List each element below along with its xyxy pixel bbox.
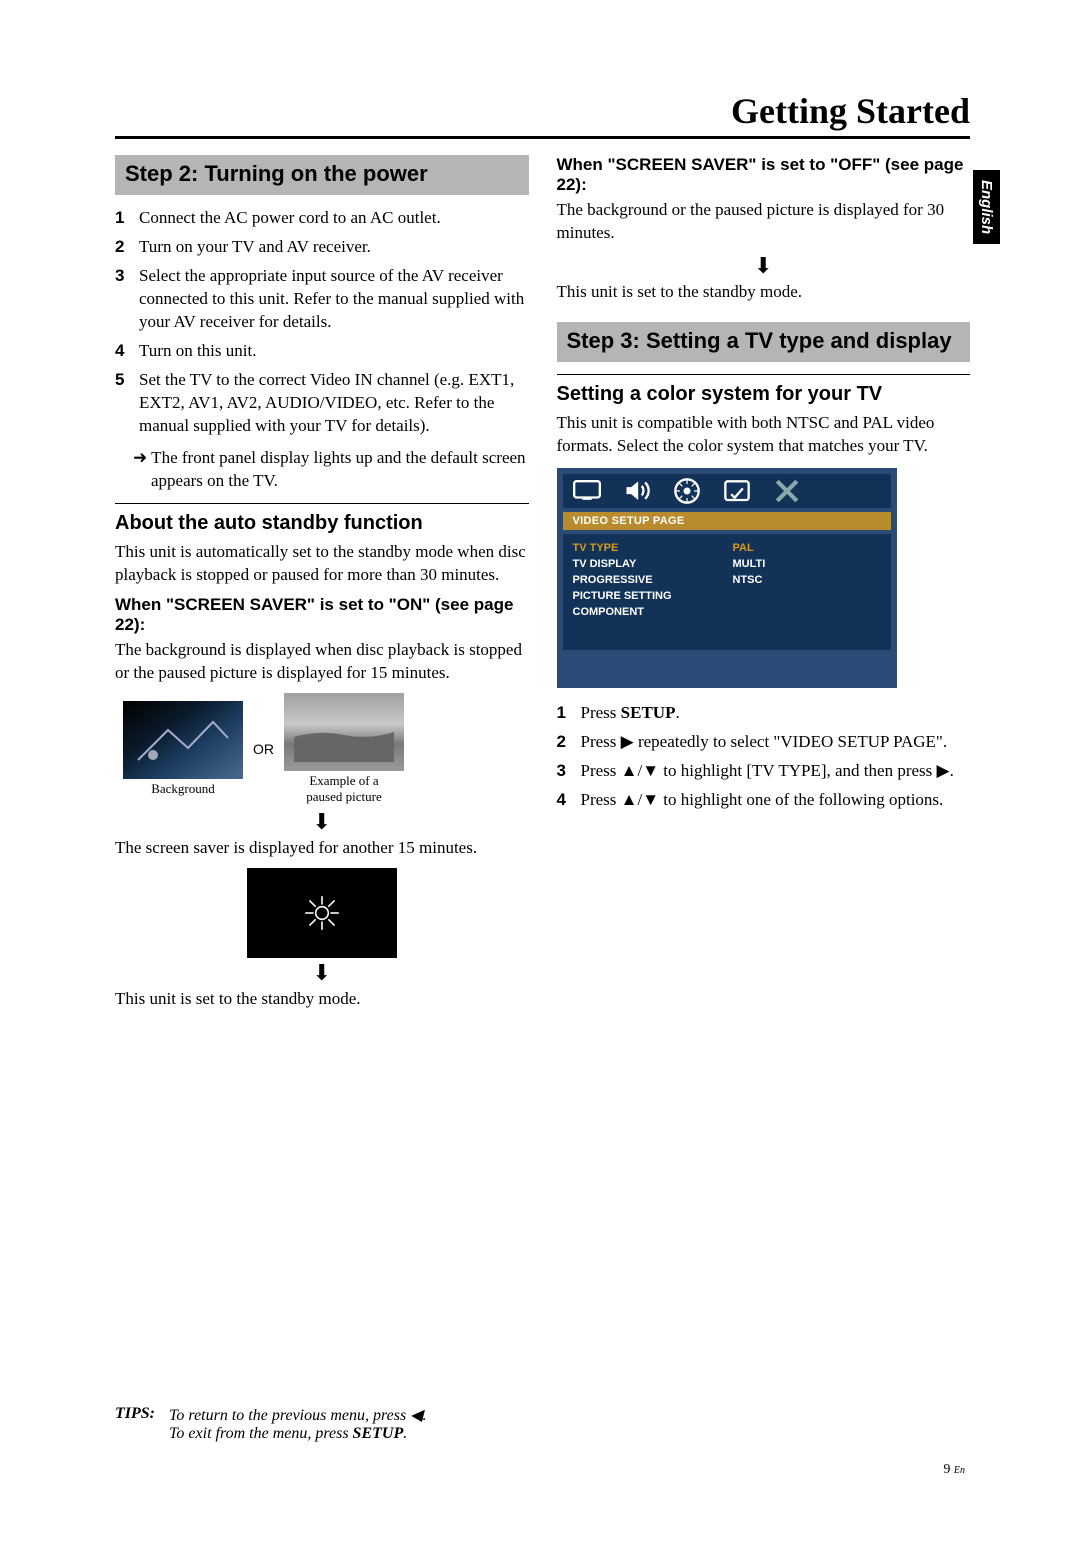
- tips-footer: TIPS: To return to the previous menu, pr…: [115, 1405, 426, 1443]
- down-arrow-icon: ⬇: [115, 960, 529, 986]
- screensaver-15min-para: The screen saver is displayed for anothe…: [115, 837, 529, 860]
- list-text: Connect the AC power cord to an AC outle…: [139, 207, 441, 230]
- screensaver-thumbnail: [247, 868, 397, 958]
- general-icon: [573, 480, 601, 502]
- background-thumbnail: [123, 701, 243, 779]
- background-label: Background: [123, 781, 243, 797]
- step2-heading: Step 2: Turning on the power: [115, 155, 529, 195]
- down-arrow-icon: ⬇: [557, 253, 971, 279]
- divider: [557, 374, 971, 375]
- page-title: Getting Started: [115, 90, 970, 139]
- list-item: 4Press ▲/▼ to highlight one of the follo…: [557, 789, 971, 812]
- osd-row: COMPONENT: [573, 604, 881, 620]
- list-item: 2Press ▶ repeatedly to select "VIDEO SET…: [557, 731, 971, 754]
- paused-thumbnail: [284, 693, 404, 771]
- list-item: 1Connect the AC power cord to an AC outl…: [115, 207, 529, 230]
- standby-para-right: This unit is set to the standby mode.: [557, 281, 971, 304]
- language-tab: English: [973, 170, 1000, 244]
- list-text: Set the TV to the correct Video IN chann…: [139, 369, 529, 438]
- osd-page-title: VIDEO SETUP PAGE: [563, 512, 891, 530]
- down-arrow-icon: ⬇: [115, 809, 529, 835]
- or-label: OR: [253, 741, 274, 757]
- example-images-row: Background OR Example of a paused pictur…: [123, 693, 529, 805]
- video-icon: [673, 480, 701, 502]
- step3-list: 1Press SETUP. 2Press ▶ repeatedly to sel…: [557, 702, 971, 812]
- list-text: Press ▲/▼ to highlight one of the follow…: [581, 789, 944, 812]
- tips-body: To return to the previous menu, press ◀.…: [169, 1405, 426, 1443]
- screensaver-off-heading: When "SCREEN SAVER" is set to "OFF" (see…: [557, 155, 971, 195]
- osd-row: PROGRESSIVENTSC: [573, 572, 881, 588]
- divider: [115, 503, 529, 504]
- list-text: Turn on this unit.: [139, 340, 256, 363]
- list-text: Press SETUP.: [581, 702, 680, 725]
- list-item: 4Turn on this unit.: [115, 340, 529, 363]
- left-column: Step 2: Turning on the power 1Connect th…: [115, 155, 529, 1019]
- osd-tab-bar: [563, 474, 891, 508]
- preference-icon: [723, 480, 751, 502]
- step3-heading: Step 3: Setting a TV type and display: [557, 322, 971, 362]
- page-number: 9 En: [943, 1462, 965, 1478]
- standby-para-left: This unit is set to the standby mode.: [115, 988, 529, 1011]
- osd-row: TV DISPLAYMULTI: [573, 556, 881, 572]
- osd-row: PICTURE SETTING: [573, 588, 881, 604]
- osd-menu-screenshot: VIDEO SETUP PAGE TV TYPEPAL TV DISPLAYMU…: [557, 468, 897, 688]
- right-column: When "SCREEN SAVER" is set to "OFF" (see…: [557, 155, 971, 1019]
- osd-row: TV TYPEPAL: [573, 540, 881, 556]
- paused-label: Example of a paused picture: [284, 773, 404, 805]
- osd-body: TV TYPEPAL TV DISPLAYMULTI PROGRESSIVENT…: [563, 534, 891, 650]
- screensaver-off-para: The background or the paused picture is …: [557, 199, 971, 245]
- audio-icon: [623, 480, 651, 502]
- screensaver-on-heading: When "SCREEN SAVER" is set to "ON" (see …: [115, 595, 529, 635]
- list-item: 1Press SETUP.: [557, 702, 971, 725]
- color-system-para: This unit is compatible with both NTSC a…: [557, 412, 971, 458]
- result-note: ➜ The front panel display lights up and …: [115, 447, 529, 493]
- list-text: Press ▶ repeatedly to select "VIDEO SETU…: [581, 731, 948, 754]
- close-icon: [773, 480, 801, 502]
- step2-list: 1Connect the AC power cord to an AC outl…: [115, 207, 529, 437]
- content-columns: Step 2: Turning on the power 1Connect th…: [115, 155, 970, 1019]
- list-item: 3Select the appropriate input source of …: [115, 265, 529, 334]
- list-item: 2Turn on your TV and AV receiver.: [115, 236, 529, 259]
- auto-standby-heading: About the auto standby function: [115, 512, 529, 535]
- background-thumb-wrap: Background: [123, 701, 243, 797]
- color-system-heading: Setting a color system for your TV: [557, 383, 971, 406]
- list-item: 3Press ▲/▼ to highlight [TV TYPE], and t…: [557, 760, 971, 783]
- auto-standby-para: This unit is automatically set to the st…: [115, 541, 529, 587]
- list-text: Select the appropriate input source of t…: [139, 265, 529, 334]
- screensaver-on-para: The background is displayed when disc pl…: [115, 639, 529, 685]
- list-item: 5Set the TV to the correct Video IN chan…: [115, 369, 529, 438]
- list-text: Turn on your TV and AV receiver.: [139, 236, 371, 259]
- list-text: Press ▲/▼ to highlight [TV TYPE], and th…: [581, 760, 954, 783]
- tips-label: TIPS:: [115, 1405, 155, 1443]
- paused-thumb-wrap: Example of a paused picture: [284, 693, 404, 805]
